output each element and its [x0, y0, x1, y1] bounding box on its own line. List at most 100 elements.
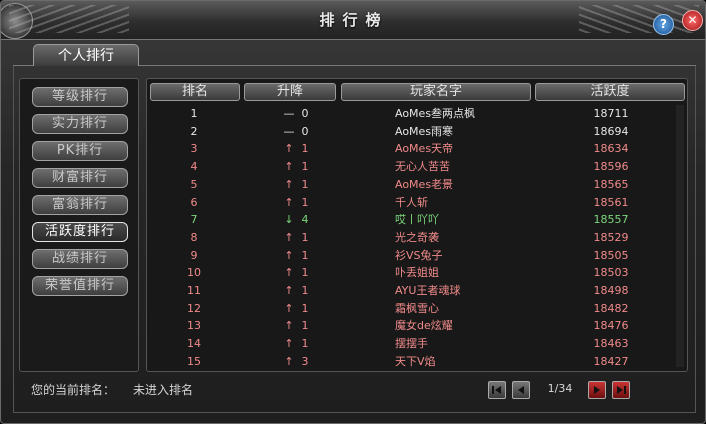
change-cell: 0 [301, 107, 309, 120]
change-cell: 0 [301, 124, 309, 138]
header-rank[interactable]: 排名 [150, 83, 240, 101]
table-row[interactable]: 5 ↑ 1 AoMes老景 18565 [147, 176, 687, 194]
change-cell: 1 [301, 177, 309, 191]
next-page-icon [594, 386, 600, 394]
page-indicator: 1/34 [547, 382, 573, 395]
rank-cell: 4 [190, 160, 198, 174]
rank-cell: 1 [190, 107, 198, 120]
ranking-table: 排名 升降 玩家名字 活跃度 1—0 AoMes叁两点枫 18711 2—0 AoMes… [146, 78, 688, 372]
change-cell: 1 [301, 284, 309, 297]
current-rank-value: 未进入排名 [133, 383, 194, 397]
activity-cell: 18482 [593, 301, 629, 315]
table-row[interactable]: 15 ↑ 3 天下V焰 18427 [147, 353, 687, 371]
change-arrow-icon: ↑ [284, 337, 294, 351]
table-row[interactable]: 11 ↑ 1 AYU王者魂球 18498 [147, 282, 687, 300]
activity-cell: 18463 [593, 337, 629, 351]
rank-cell: 14 [187, 337, 201, 351]
battle-record-ranking-button[interactable]: 战绩排行 [32, 249, 128, 269]
change-cell: 1 [301, 230, 309, 244]
activity-cell: 18711 [593, 107, 629, 120]
rank-cell: 11 [187, 284, 201, 297]
close-button[interactable]: ✕ [682, 10, 703, 31]
header-activity[interactable]: 活跃度 [535, 83, 685, 101]
change-cell: 1 [301, 319, 309, 333]
table-row[interactable]: 9 ↑ 1 衫VS兔子 18505 [147, 247, 687, 265]
change-cell: 1 [301, 142, 309, 156]
table-row[interactable]: 8 ↑ 1 光之奇袭 18529 [147, 229, 687, 247]
activity-cell: 18694 [593, 124, 629, 138]
change-arrow-icon: ↑ [284, 319, 294, 333]
activity-cell: 18505 [593, 248, 629, 262]
table-row[interactable]: 13 ↑ 1 魔女de炫耀 18476 [147, 317, 687, 335]
change-arrow-icon: ↑ [284, 266, 294, 280]
window-title: 排行榜 [319, 11, 389, 29]
rank-cell: 8 [190, 230, 198, 244]
level-ranking-button[interactable]: 等级排行 [32, 87, 128, 107]
table-row[interactable]: 10 ↑ 1 卟丢姐姐 18503 [147, 264, 687, 282]
rank-cell: 6 [190, 195, 198, 209]
strength-ranking-button[interactable]: 实力排行 [32, 114, 128, 134]
prev-page-icon [518, 386, 524, 394]
last-page-button[interactable] [612, 381, 630, 399]
change-arrow-icon: ↑ [284, 142, 294, 156]
table-row[interactable]: 14 ↑ 1 摆摆手 18463 [147, 335, 687, 353]
change-arrow-icon: ↑ [284, 354, 294, 368]
activity-cell: 18565 [593, 177, 629, 191]
change-arrow-icon: ↑ [284, 195, 294, 209]
current-rank-label: 您的当前排名： [31, 383, 116, 397]
table-row[interactable]: 3 ↑ 1 AoMes天帝 18634 [147, 140, 687, 158]
table-row[interactable]: 12 ↑ 1 霜枫雪心 18482 [147, 300, 687, 318]
change-arrow-icon: ↑ [284, 284, 294, 297]
change-cell: 1 [301, 337, 309, 351]
change-arrow-icon: ↑ [284, 230, 294, 244]
leaderboard-window: 排行榜 ? ✕ 个人排行 等级排行 实力排行 PK排行 财富排行 富翁排行 活跃… [0, 0, 706, 424]
honor-ranking-button[interactable]: 荣誉值排行 [32, 276, 128, 296]
rank-cell: 13 [187, 319, 201, 333]
rank-cell: 9 [190, 248, 198, 262]
rank-cell: 12 [187, 301, 201, 315]
prev-page-button[interactable] [512, 381, 530, 399]
change-cell: 1 [301, 248, 309, 262]
change-arrow-icon: — [283, 124, 295, 138]
change-arrow-icon: ↑ [284, 248, 294, 262]
change-arrow-icon: ↑ [284, 177, 294, 191]
change-arrow-icon: ↑ [284, 160, 294, 174]
table-row[interactable]: 1—0 AoMes叁两点枫 18711 [147, 105, 687, 123]
table-row[interactable]: 2—0 AoMes雨寒 18694 [147, 123, 687, 141]
wealth-ranking-button[interactable]: 财富排行 [32, 168, 128, 188]
change-arrow-icon: ↑ [284, 301, 294, 315]
change-cell: 4 [301, 213, 309, 227]
table-row[interactable]: 6 ↑ 1 千人斩 18561 [147, 194, 687, 212]
activity-cell: 18529 [593, 230, 629, 244]
rank-cell: 10 [187, 266, 201, 280]
rank-cell: 5 [190, 177, 198, 191]
first-page-button[interactable] [488, 381, 506, 399]
change-cell: 3 [301, 354, 309, 368]
first-page-icon [492, 386, 501, 394]
activity-ranking-button[interactable]: 活跃度排行 [32, 222, 128, 242]
tab-bar: 个人排行 [13, 41, 696, 66]
category-panel: 等级排行 实力排行 PK排行 财富排行 富翁排行 活跃度排行 战绩排行 荣誉值排… [19, 78, 139, 372]
rank-cell: 7 [190, 213, 198, 227]
activity-cell: 18557 [593, 213, 629, 227]
pk-ranking-button[interactable]: PK排行 [32, 141, 128, 161]
header-player-name[interactable]: 玩家名字 [341, 83, 531, 101]
rank-cell: 2 [190, 124, 198, 138]
title-bar[interactable]: 排行榜 ? ✕ [1, 1, 705, 40]
table-scrollbar[interactable] [676, 105, 684, 367]
table-row[interactable]: 4 ↑ 1 无心人苦苦 18596 [147, 158, 687, 176]
tab-personal-ranking[interactable]: 个人排行 [33, 44, 139, 66]
activity-cell: 18503 [593, 266, 629, 280]
table-row[interactable]: 7 ↓ 4 哎丨吖吖 18557 [147, 211, 687, 229]
next-page-button[interactable] [588, 381, 606, 399]
activity-cell: 18498 [593, 284, 629, 297]
activity-cell: 18561 [593, 195, 629, 209]
rank-cell: 15 [187, 354, 201, 368]
header-change[interactable]: 升降 [244, 83, 336, 101]
last-page-icon [617, 386, 626, 394]
activity-cell: 18634 [593, 142, 629, 156]
rich-ranking-button[interactable]: 富翁排行 [32, 195, 128, 215]
change-arrow-icon: ↓ [284, 213, 294, 227]
help-button[interactable]: ? [653, 14, 674, 35]
rank-cell: 3 [190, 142, 198, 156]
